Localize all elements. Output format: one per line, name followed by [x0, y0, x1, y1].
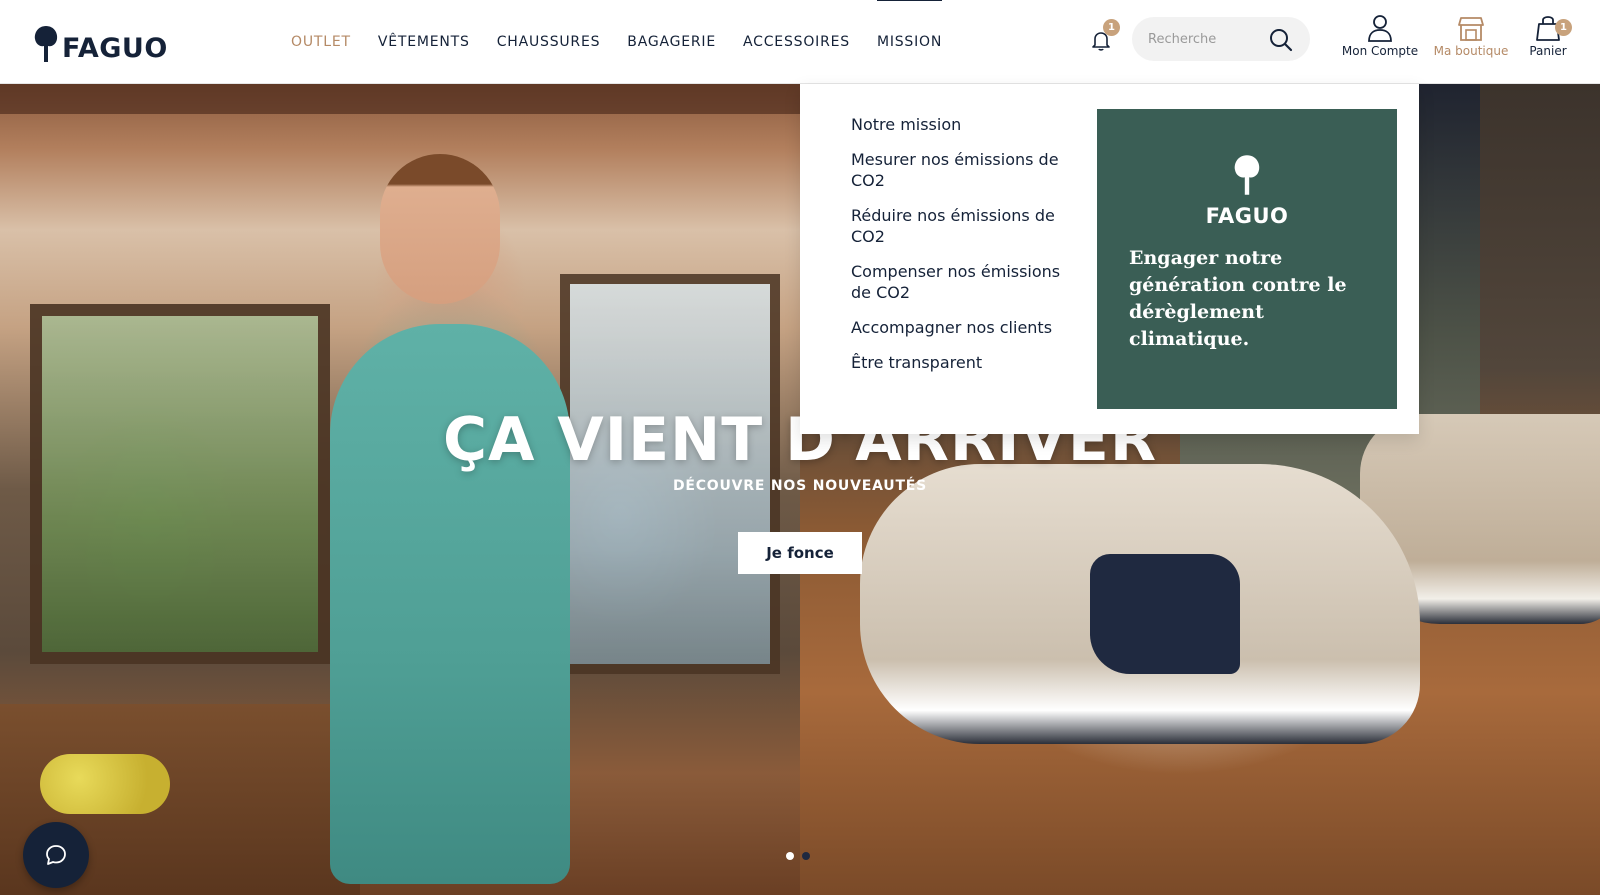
cart-label: Panier [1529, 44, 1567, 58]
nav-outlet[interactable]: OUTLET [291, 30, 351, 54]
store-link[interactable]: Ma boutique [1430, 14, 1512, 58]
mission-menu-item-compenser[interactable]: Compenser nos émissions de CO2 [851, 261, 1061, 303]
account-link[interactable]: Mon Compte [1340, 14, 1420, 58]
logo-wordmark: FAGUO [62, 33, 168, 64]
notification-badge: 1 [1103, 19, 1120, 36]
carousel-dot-1[interactable] [786, 852, 794, 860]
search-icon[interactable] [1268, 27, 1294, 53]
chat-icon [46, 845, 66, 865]
tree-icon [34, 26, 58, 62]
nav-chaussures[interactable]: CHAUSSURES [497, 30, 601, 54]
search-input[interactable] [1148, 29, 1268, 49]
cart-count-badge: 1 [1555, 19, 1572, 36]
mission-menu-list: Notre mission Mesurer nos émissions de C… [851, 114, 1061, 387]
card-tagline: Engager notre génération contre le dérèg… [1129, 247, 1347, 350]
search-box [1132, 17, 1310, 61]
mission-menu-item-accompagner[interactable]: Accompagner nos clients [851, 317, 1061, 338]
nav-accessoires[interactable]: ACCESSOIRES [743, 30, 850, 54]
store-label: Ma boutique [1433, 44, 1509, 58]
carousel-dots [786, 852, 810, 860]
hero-subtitle: DÉCOUVRE NOS NOUVEAUTÉS [672, 478, 928, 494]
faguo-logo[interactable]: FAGUO [32, 20, 168, 64]
mission-menu-item-reduire[interactable]: Réduire nos émissions de CO2 [851, 205, 1061, 247]
mission-promo-card[interactable]: FAGUO Engager notre génération contre le… [1097, 109, 1397, 409]
tree-icon [1234, 155, 1260, 195]
account-label: Mon Compte [1341, 44, 1419, 58]
card-logo-wordmark: FAGUO [1205, 204, 1289, 228]
nav-mission[interactable]: MISSION [876, 0, 943, 54]
nav-vetements[interactable]: VÊTEMENTS [378, 30, 470, 54]
chat-button[interactable] [23, 822, 89, 888]
mission-menu-item-transparent[interactable]: Être transparent [851, 352, 1061, 373]
site-header: FAGUO OUTLET VÊTEMENTS CHAUSSURES BAGAGE… [0, 0, 1600, 84]
mission-menu-item-notre-mission[interactable]: Notre mission [851, 114, 1061, 135]
store-icon [1458, 17, 1484, 41]
user-icon [1368, 15, 1392, 42]
nav-bagagerie[interactable]: BAGAGERIE [627, 30, 716, 54]
carousel-dot-2[interactable] [802, 852, 810, 860]
card-logo: FAGUO [1097, 153, 1397, 228]
mission-menu-item-mesurer[interactable]: Mesurer nos émissions de CO2 [851, 149, 1061, 191]
main-nav: OUTLET VÊTEMENTS CHAUSSURES BAGAGERIE AC… [291, 0, 969, 54]
mission-dropdown: Notre mission Mesurer nos émissions de C… [800, 84, 1419, 434]
hero-cta-button[interactable]: Je fonce [738, 532, 862, 574]
